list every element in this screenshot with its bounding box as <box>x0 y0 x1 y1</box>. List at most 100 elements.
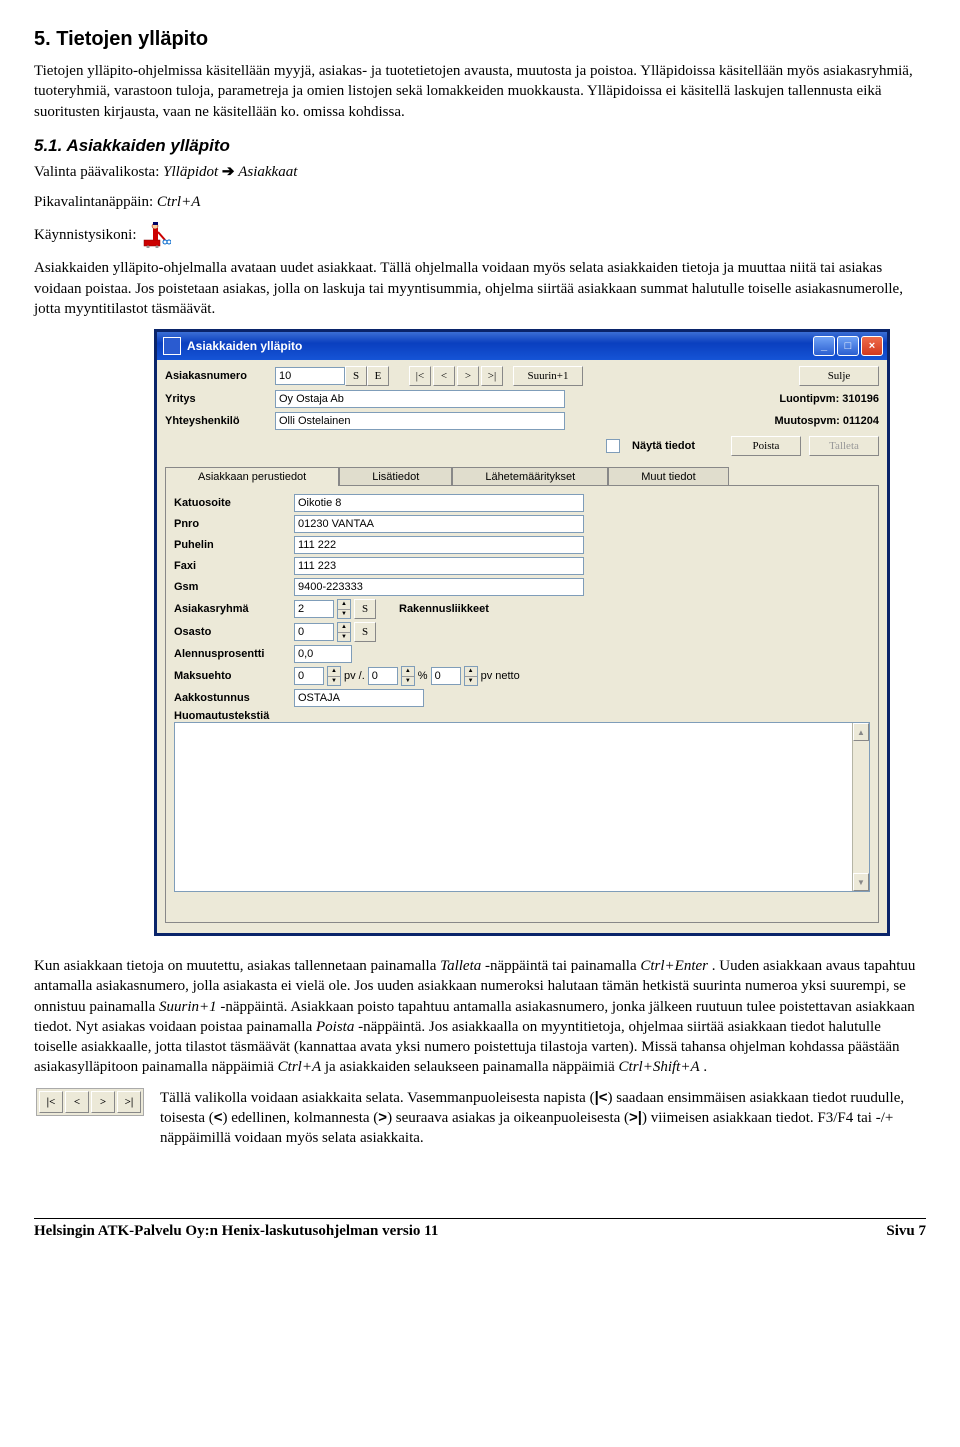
launch-label: Käynnistysikoni: <box>34 227 137 244</box>
maksuehto-text1: pv /. <box>344 670 365 682</box>
label-gsm: Gsm <box>174 581 294 593</box>
spin-osasto[interactable]: ▲▼ <box>337 622 351 642</box>
sym-next: > <box>378 1109 387 1126</box>
inline-nav-first[interactable]: |< <box>39 1091 63 1113</box>
sym-first: |< <box>595 1089 608 1106</box>
nayta-label: Näytä tiedot <box>632 440 695 452</box>
label-yritys: Yritys <box>165 393 275 405</box>
input-aakkos[interactable] <box>294 689 424 707</box>
menu-prefix: Valinta päävalikosta: <box>34 164 163 180</box>
spin-maksuehto-c[interactable]: ▲▼ <box>464 666 478 686</box>
spin-asiakasryhma[interactable]: ▲▼ <box>337 599 351 619</box>
label-katuosoite: Katuosoite <box>174 497 294 509</box>
tab-muut[interactable]: Muut tiedot <box>608 467 728 486</box>
luontipvm-label: Luontipvm: 310196 <box>719 393 879 405</box>
sym-prev: < <box>214 1109 223 1126</box>
maximize-button[interactable]: □ <box>837 336 859 356</box>
scroll-down-icon[interactable]: ▼ <box>853 873 869 891</box>
after-para2: Tällä valikolla voidaan asiakkaita selat… <box>160 1088 926 1149</box>
input-gsm[interactable] <box>294 578 584 596</box>
shortcut-line: Pikavalintanäppäin: Ctrl+A <box>34 192 926 212</box>
label-pnro: Pnro <box>174 518 294 530</box>
launch-icon <box>143 222 171 248</box>
label-maksuehto: Maksuehto <box>174 670 294 682</box>
menu-path: Valinta päävalikosta: Ylläpidot ➔ Asiakk… <box>34 162 926 182</box>
footer-left: Helsingin ATK-Palvelu Oy:n Henix-laskutu… <box>34 1223 438 1240</box>
osasto-s-button[interactable]: S <box>354 622 376 642</box>
muutospvm-label: Muutospvm: 011204 <box>719 415 879 427</box>
shortcut-prefix: Pikavalintanäppäin: <box>34 194 157 210</box>
tab-lisatiedot[interactable]: Lisätiedot <box>339 467 452 486</box>
input-osasto[interactable] <box>294 623 334 641</box>
memo-scrollbar[interactable]: ▲ ▼ <box>852 723 869 891</box>
section-title: 5. Tietojen ylläpito <box>34 28 926 51</box>
maksuehto-text3: pv netto <box>481 670 520 682</box>
input-puhelin[interactable] <box>294 536 584 554</box>
page-footer: Helsingin ATK-Palvelu Oy:n Henix-laskutu… <box>34 1218 926 1240</box>
subsection-title: 5.1. Asiakkaiden ylläpito <box>34 136 926 156</box>
label-yhteyshenkilo: Yhteyshenkilö <box>165 415 275 427</box>
input-katuosoite[interactable] <box>294 494 584 512</box>
talleta-button[interactable]: Talleta <box>809 436 879 456</box>
input-asiakasnumero[interactable] <box>275 367 345 385</box>
input-maksuehto-b[interactable] <box>368 667 398 685</box>
sym-last: >| <box>629 1109 642 1126</box>
input-pnro[interactable] <box>294 515 584 533</box>
label-faxi: Faxi <box>174 560 294 572</box>
nav-first-button[interactable]: |< <box>409 366 431 386</box>
label-asiakasryhma: Asiakasryhmä <box>174 603 294 615</box>
input-yhteyshenkilo[interactable] <box>275 412 565 430</box>
nav-last-button[interactable]: >| <box>481 366 503 386</box>
footer-right: Sivu 7 <box>886 1223 926 1240</box>
arrow-icon: ➔ <box>222 164 238 180</box>
label-huom: Huomautustekstiä <box>174 710 294 722</box>
label-aakkos: Aakkostunnus <box>174 692 294 704</box>
spin-maksuehto-b[interactable]: ▲▼ <box>401 666 415 686</box>
label-alennus: Alennusprosentti <box>174 648 294 660</box>
label-osasto: Osasto <box>174 626 294 638</box>
after-para1: Kun asiakkaan tietoja on muutettu, asiak… <box>34 956 926 1078</box>
section-intro: Tietojen ylläpito-ohjelmissa käsitellään… <box>34 61 926 122</box>
scroll-up-icon[interactable]: ▲ <box>853 723 869 741</box>
asiakasryhma-s-button[interactable]: S <box>354 599 376 619</box>
tab-bar: Asiakkaan perustiedot Lisätiedot Lähetem… <box>165 466 879 485</box>
input-maksuehto-a[interactable] <box>294 667 324 685</box>
close-button[interactable]: × <box>861 336 883 356</box>
menu-item-1: Ylläpidot <box>163 164 218 180</box>
subsection-para1: Asiakkaiden ylläpito-ohjelmalla avataan … <box>34 258 926 319</box>
nav-next-button[interactable]: > <box>457 366 479 386</box>
tab-panel: Katuosoite Pnro Puhelin Faxi Gsm Asiakas… <box>165 485 879 923</box>
input-maksuehto-c[interactable] <box>431 667 461 685</box>
maksuehto-text2: % <box>418 670 428 682</box>
input-faxi[interactable] <box>294 557 584 575</box>
menu-item-2: Asiakkaat <box>238 164 297 180</box>
s-button[interactable]: S <box>345 366 367 386</box>
nav-toolbar-inline: |< < > >| <box>36 1088 144 1116</box>
app-window: Asiakkaiden ylläpito _ □ × Asiakasnumero… <box>154 329 890 936</box>
sulje-button[interactable]: Sulje <box>799 366 879 386</box>
launch-icon-row: Käynnistysikoni: <box>34 222 926 248</box>
titlebar: Asiakkaiden ylläpito _ □ × <box>157 332 887 360</box>
nav-prev-button[interactable]: < <box>433 366 455 386</box>
suurin-button[interactable]: Suurin+1 <box>513 366 583 386</box>
label-asiakasnumero: Asiakasnumero <box>165 370 275 382</box>
label-puhelin: Puhelin <box>174 539 294 551</box>
asiakasryhma-name: Rakennusliikkeet <box>399 603 489 615</box>
input-yritys[interactable] <box>275 390 565 408</box>
spin-maksuehto-a[interactable]: ▲▼ <box>327 666 341 686</box>
inline-nav-prev[interactable]: < <box>65 1091 89 1113</box>
inline-nav-last[interactable]: >| <box>117 1091 141 1113</box>
inline-nav-next[interactable]: > <box>91 1091 115 1113</box>
tab-perustiedot[interactable]: Asiakkaan perustiedot <box>165 467 339 486</box>
minimize-button[interactable]: _ <box>813 336 835 356</box>
input-asiakasryhma[interactable] <box>294 600 334 618</box>
app-icon <box>163 337 181 355</box>
e-button[interactable]: E <box>367 366 389 386</box>
shortcut-key: Ctrl+A <box>157 194 200 210</box>
input-alennus[interactable] <box>294 645 352 663</box>
window-title: Asiakkaiden ylläpito <box>187 339 813 353</box>
memo-huomautus[interactable]: ▲ ▼ <box>174 722 870 892</box>
nayta-checkbox[interactable] <box>606 439 620 453</box>
poista-button[interactable]: Poista <box>731 436 801 456</box>
tab-lahetemaaritykset[interactable]: Lähetemääritykset <box>452 467 608 486</box>
